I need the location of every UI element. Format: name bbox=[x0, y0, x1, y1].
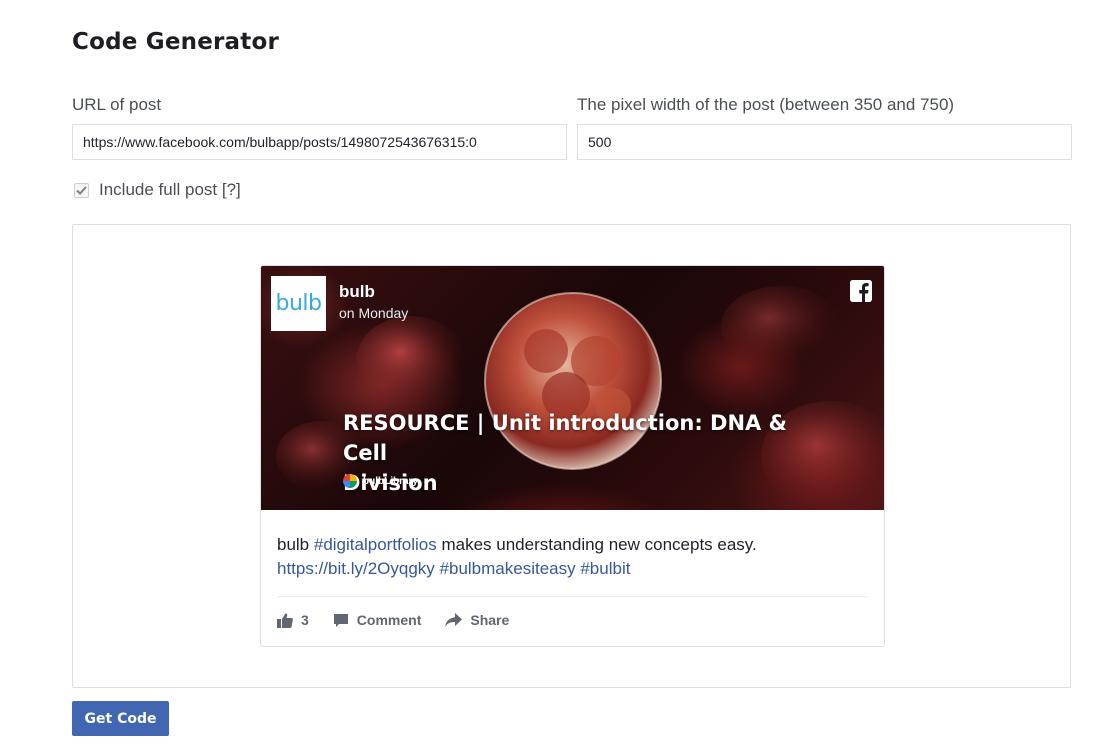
comment-label: Comment bbox=[356, 612, 422, 628]
post-text: bulb #digitalportfolios makes understand… bbox=[277, 533, 867, 581]
facebook-icon[interactable] bbox=[850, 280, 872, 302]
headline-line-1: RESOURCE | Unit introduction: DNA & Cell bbox=[343, 411, 787, 465]
embedded-post: bulb bulb on Monday RESOURCE | Unit intr… bbox=[260, 265, 885, 647]
page-title: Code Generator bbox=[72, 29, 280, 55]
actions-divider bbox=[277, 596, 868, 597]
short-url-link[interactable]: https://bit.ly/2Oyqgky bbox=[277, 559, 435, 578]
brand-name: bulbLibrary bbox=[363, 475, 419, 487]
hashtag-bulbmakesiteasy-link[interactable]: #bulbmakesiteasy bbox=[440, 559, 576, 578]
width-input[interactable] bbox=[577, 124, 1072, 160]
post-time[interactable]: on Monday bbox=[339, 305, 408, 321]
bulb-library-logo-icon bbox=[343, 474, 357, 488]
url-label: URL of post bbox=[72, 95, 162, 114]
post-image[interactable]: bulb bulb on Monday RESOURCE | Unit intr… bbox=[261, 266, 884, 510]
thumbs-up-icon bbox=[277, 612, 293, 628]
post-text-part-2: makes understanding new concepts easy. bbox=[436, 535, 757, 554]
share-label: Share bbox=[470, 612, 510, 628]
share-button[interactable]: Share bbox=[445, 612, 509, 628]
hashtag-bulbit-link[interactable]: #bulbit bbox=[580, 559, 630, 578]
like-count: 3 bbox=[301, 612, 309, 628]
url-input[interactable] bbox=[72, 124, 567, 160]
brand-tag: bulbLibrary bbox=[343, 474, 418, 488]
comment-button[interactable]: Comment bbox=[333, 612, 422, 628]
include-full-post-row: Include full post [?] bbox=[74, 180, 241, 200]
post-text-part-1: bulb bbox=[277, 535, 314, 554]
page-name[interactable]: bulb bbox=[339, 282, 375, 302]
like-button[interactable]: 3 bbox=[277, 612, 309, 628]
facebook-f-glyph bbox=[850, 280, 872, 302]
width-label: The pixel width of the post (between 350… bbox=[577, 95, 955, 114]
share-arrow-icon bbox=[445, 613, 463, 627]
get-code-button[interactable]: Get Code bbox=[72, 701, 169, 736]
include-full-post-checkbox[interactable] bbox=[74, 182, 89, 198]
page-avatar[interactable]: bulb bbox=[271, 276, 326, 331]
comment-icon bbox=[333, 613, 348, 627]
post-actions: 3 Comment Share bbox=[277, 612, 533, 628]
hashtag-digitalportfolios-link[interactable]: #digitalportfolios bbox=[314, 535, 437, 554]
include-full-post-label[interactable]: Include full post [?] bbox=[99, 180, 241, 200]
checkmark-icon bbox=[76, 185, 87, 195]
